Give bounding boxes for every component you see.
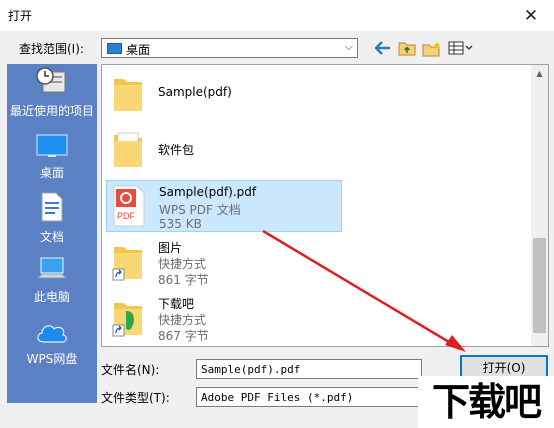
place-desktop[interactable]: 桌面	[7, 134, 97, 181]
file-item[interactable]: 下载吧 快捷方式 867 字节	[106, 291, 342, 343]
close-button[interactable]: ✕	[508, 0, 554, 31]
file-type: 快捷方式	[158, 257, 207, 271]
file-name: 下载吧	[158, 297, 195, 311]
file-type: 快捷方式	[158, 313, 207, 327]
place-label: 文档	[39, 230, 64, 244]
file-item[interactable]: Sample(pdf)	[106, 67, 342, 119]
place-label: 最近使用的项目	[9, 104, 94, 118]
place-recent-items[interactable]: 最近使用的项目	[7, 66, 97, 119]
file-name: 图片	[158, 241, 183, 255]
wps-cloud-icon	[7, 320, 97, 347]
file-type-select[interactable]: Adobe PDF Files (*.pdf)	[196, 387, 422, 407]
open-file-dialog: 打开 ✕ 查找范围(I): 桌面 ⌵ 最近使用的项目 桌面 文档 此电脑 WPS…	[0, 0, 554, 428]
file-name-label: 文件名(N):	[101, 363, 160, 377]
file-size: 861 字节	[158, 273, 209, 287]
shortcut-folder-icon	[112, 239, 144, 281]
look-in-dropdown[interactable]: 桌面 ⌵	[101, 38, 358, 58]
file-type-label: 文件类型(T):	[101, 391, 170, 405]
documents-icon	[7, 192, 97, 225]
recent-items-icon	[7, 66, 97, 99]
scrollbar-thumb[interactable]	[533, 238, 546, 333]
place-documents[interactable]: 文档	[7, 192, 97, 245]
place-this-pc[interactable]: 此电脑	[7, 256, 97, 305]
desktop-icon	[107, 43, 122, 54]
title-bar: 打开 ✕	[0, 0, 554, 31]
vertical-scrollbar[interactable]: ▲	[531, 65, 548, 346]
desktop-icon	[7, 134, 97, 161]
window-title: 打开	[8, 9, 33, 23]
view-menu-icon[interactable]	[447, 39, 475, 57]
pdf-file-icon: PDF	[113, 185, 145, 227]
place-label: 此电脑	[33, 290, 70, 304]
places-sidebar: 最近使用的项目 桌面 文档 此电脑 WPS网盘	[7, 64, 97, 403]
watermark-logo: 下载吧	[418, 376, 554, 428]
file-size: 867 字节	[158, 329, 209, 343]
folder-icon	[112, 127, 144, 169]
file-item[interactable]: 软件包	[106, 123, 342, 175]
place-wps-cloud[interactable]: WPS网盘	[7, 320, 97, 367]
shortcut-download-icon	[112, 295, 144, 337]
file-item-selected[interactable]: PDF Sample(pdf).pdf WPS PDF 文档 535 KB	[106, 180, 342, 232]
file-list: Sample(pdf) 软件包 PDF Sample(pdf).pdf WPS …	[101, 64, 549, 347]
scroll-up-icon[interactable]: ▲	[531, 65, 548, 82]
look-in-label: 查找范围(I):	[19, 42, 84, 56]
file-type: WPS PDF 文档	[159, 203, 241, 217]
chevron-down-icon: ⌵	[344, 40, 353, 53]
file-name: Sample(pdf).pdf	[159, 185, 257, 199]
file-size: 535 KB	[159, 217, 202, 231]
look-in-value: 桌面	[126, 43, 151, 57]
up-folder-icon[interactable]	[397, 39, 417, 57]
this-pc-icon	[7, 256, 97, 285]
folder-icon	[112, 71, 144, 113]
place-label: 桌面	[39, 166, 64, 180]
file-item[interactable]: 图片 快捷方式 861 字节	[106, 235, 342, 287]
new-folder-icon[interactable]	[421, 39, 443, 57]
place-label: WPS网盘	[26, 352, 78, 366]
svg-text:PDF: PDF	[117, 211, 136, 221]
file-name-input[interactable]: Sample(pdf).pdf	[196, 359, 422, 379]
file-name: 软件包	[158, 143, 195, 157]
file-name: Sample(pdf)	[158, 85, 232, 99]
back-arrow-icon[interactable]	[373, 39, 393, 57]
